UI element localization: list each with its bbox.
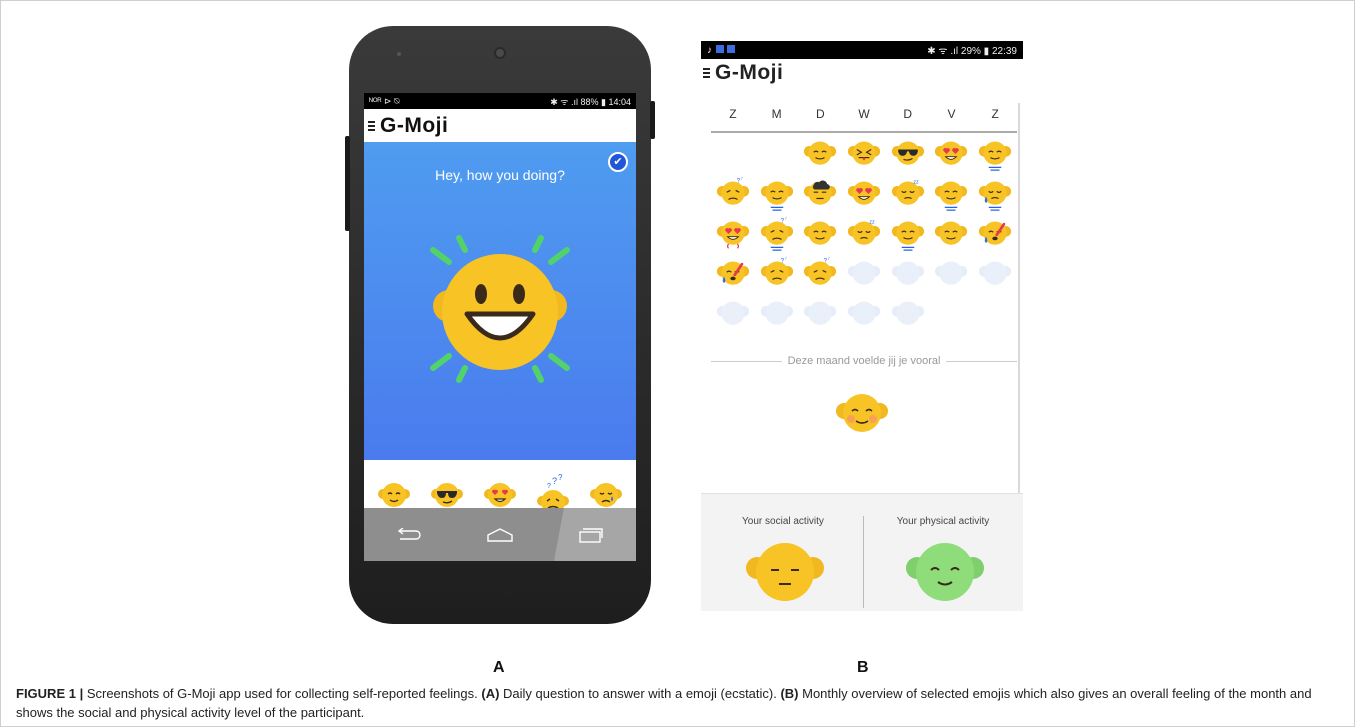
- app-bar: G-Moji: [364, 109, 636, 142]
- calendar-day-emoji[interactable]: ??: [757, 257, 797, 291]
- front-camera: [494, 47, 506, 59]
- day-label: Z: [991, 107, 999, 121]
- calendar-day-emoji[interactable]: [975, 137, 1015, 171]
- power-button: [650, 101, 655, 139]
- month-caption: Deze maand voelde jij je vooral: [787, 355, 941, 367]
- calendar-day-emoji[interactable]: [800, 177, 840, 211]
- panel-label-a: A: [493, 659, 505, 676]
- physical-activity-label: Your physical activity: [896, 516, 990, 527]
- calendar-empty-day: [931, 257, 971, 291]
- svg-text:zz: zz: [913, 179, 919, 185]
- calendar-day-emoji[interactable]: [844, 177, 884, 211]
- calendar-day-emoji[interactable]: [713, 257, 753, 291]
- caption-text: Screenshots of G-Moji app used for colle…: [83, 686, 482, 701]
- svg-text:?: ?: [558, 474, 563, 482]
- figure-caption: FIGURE 1 | Screenshots of G-Moji app use…: [16, 684, 1336, 722]
- calendar-empty-day: [713, 297, 753, 331]
- home-icon[interactable]: [485, 525, 515, 545]
- calendar-day-emoji[interactable]: [975, 217, 1015, 251]
- day-label: V: [947, 107, 956, 121]
- question-panel: ✔ Hey, how you doing?: [364, 142, 636, 460]
- calendar-day-emoji[interactable]: [888, 137, 928, 171]
- calendar-empty-day: [975, 257, 1015, 291]
- svg-text:?: ?: [784, 217, 787, 222]
- monthly-overview-screen: ♪ ✱ ᯤ .ıl 29% ▮ 22:39 G-Moji Z M D W D V…: [701, 41, 1023, 611]
- volume-button: [345, 136, 350, 231]
- calendar-day-emoji[interactable]: [888, 217, 928, 251]
- status-left: ♪: [707, 44, 738, 56]
- day-label: D: [903, 107, 913, 121]
- month-divider: Deze maand voelde jij je vooral: [711, 355, 1017, 367]
- status-right: ✱ ᯤ .ıl 29% ▮ 22:39: [927, 46, 1017, 57]
- calendar-empty-day: [844, 297, 884, 331]
- calendar-empty-day: [757, 297, 797, 331]
- calendar-day-emoji[interactable]: [931, 137, 971, 171]
- caption-ref-a: (A): [481, 686, 500, 701]
- status-bar: ᴺᴼᴿ ⊳ ⍉ ✱ ᯤ .ıl 88% ▮ 14:04: [364, 93, 636, 109]
- calendar-empty-day: [888, 297, 928, 331]
- status-right: ✱ ᯤ .ıl 88% ▮ 14:04: [550, 96, 631, 107]
- social-activity-label: Your social activity: [742, 516, 824, 527]
- calendar-empty-day: [888, 257, 928, 291]
- calendar-day-emoji[interactable]: zz: [844, 217, 884, 251]
- social-activity-emoji: [746, 543, 824, 601]
- day-label: W: [858, 107, 870, 121]
- svg-text:?: ?: [552, 476, 557, 486]
- calendar-day-emoji[interactable]: [713, 217, 753, 251]
- svg-text:?: ?: [547, 483, 551, 490]
- calendar-day-emoji[interactable]: [931, 217, 971, 251]
- status-left: ᴺᴼᴿ ⊳ ⍉: [369, 95, 400, 106]
- proximity-sensor: [397, 52, 401, 56]
- activity-panel: Your social activity Your physical activ…: [701, 493, 1023, 611]
- calendar-day-emoji[interactable]: ??: [713, 177, 753, 211]
- app-bar: G-Moji: [701, 59, 1023, 87]
- app-title: G-Moji: [715, 61, 784, 84]
- day-label: D: [815, 107, 825, 121]
- calendar-day-emoji[interactable]: [757, 177, 797, 211]
- calendar-day-emoji[interactable]: [800, 137, 840, 171]
- panel-label-b: B: [857, 659, 869, 676]
- caption-ref-b: (B): [780, 686, 799, 701]
- weekday-header: Z M D W D V Z: [711, 107, 1017, 133]
- caption-text: Daily question to answer with a emoji (e…: [499, 686, 781, 701]
- recent-apps-icon[interactable]: [576, 525, 606, 545]
- svg-text:?: ?: [740, 177, 743, 182]
- figure-frame: ᴺᴼᴿ ⊳ ⍉ ✱ ᯤ .ıl 88% ▮ 14:04 G-Moji ✔ Hey…: [0, 0, 1355, 727]
- svg-text:zz: zz: [869, 219, 875, 225]
- calendar-empty-day: [844, 257, 884, 291]
- menu-icon[interactable]: [703, 68, 710, 78]
- calendar-day-emoji[interactable]: [844, 137, 884, 171]
- svg-text:?: ?: [827, 257, 830, 262]
- svg-text:?: ?: [784, 257, 787, 262]
- calendar-day-emoji[interactable]: ??: [800, 257, 840, 291]
- calendar-day-emoji[interactable]: [975, 177, 1015, 211]
- status-bar: ♪ ✱ ᯤ .ıl 29% ▮ 22:39: [701, 41, 1023, 59]
- back-icon[interactable]: [394, 525, 424, 545]
- phone-device: ᴺᴼᴿ ⊳ ⍉ ✱ ᯤ .ıl 88% ▮ 14:04 G-Moji ✔ Hey…: [345, 26, 655, 624]
- bell-icon: ♪: [707, 44, 712, 56]
- daily-question: Hey, how you doing?: [435, 167, 565, 183]
- menu-icon[interactable]: [368, 120, 375, 131]
- caption-lead: FIGURE 1 |: [16, 686, 84, 701]
- calendar-day-emoji[interactable]: zz: [888, 177, 928, 211]
- calendar-empty-day: [800, 297, 840, 331]
- app-title: G-Moji: [380, 113, 449, 137]
- month-overall-emoji: [836, 394, 888, 432]
- calendar-day-emoji[interactable]: [931, 177, 971, 211]
- calendar-day-emoji[interactable]: [800, 217, 840, 251]
- android-nav-bar: [364, 508, 636, 561]
- calendar-day-emoji[interactable]: ??: [757, 217, 797, 251]
- ecstatic-emoji-large: [430, 235, 570, 383]
- day-label: Z: [729, 107, 737, 121]
- day-label: M: [771, 107, 782, 121]
- physical-activity-emoji: [906, 543, 984, 601]
- phone-screen: ᴺᴼᴿ ⊳ ⍉ ✱ ᯤ .ıl 88% ▮ 14:04 G-Moji ✔ Hey…: [364, 93, 636, 561]
